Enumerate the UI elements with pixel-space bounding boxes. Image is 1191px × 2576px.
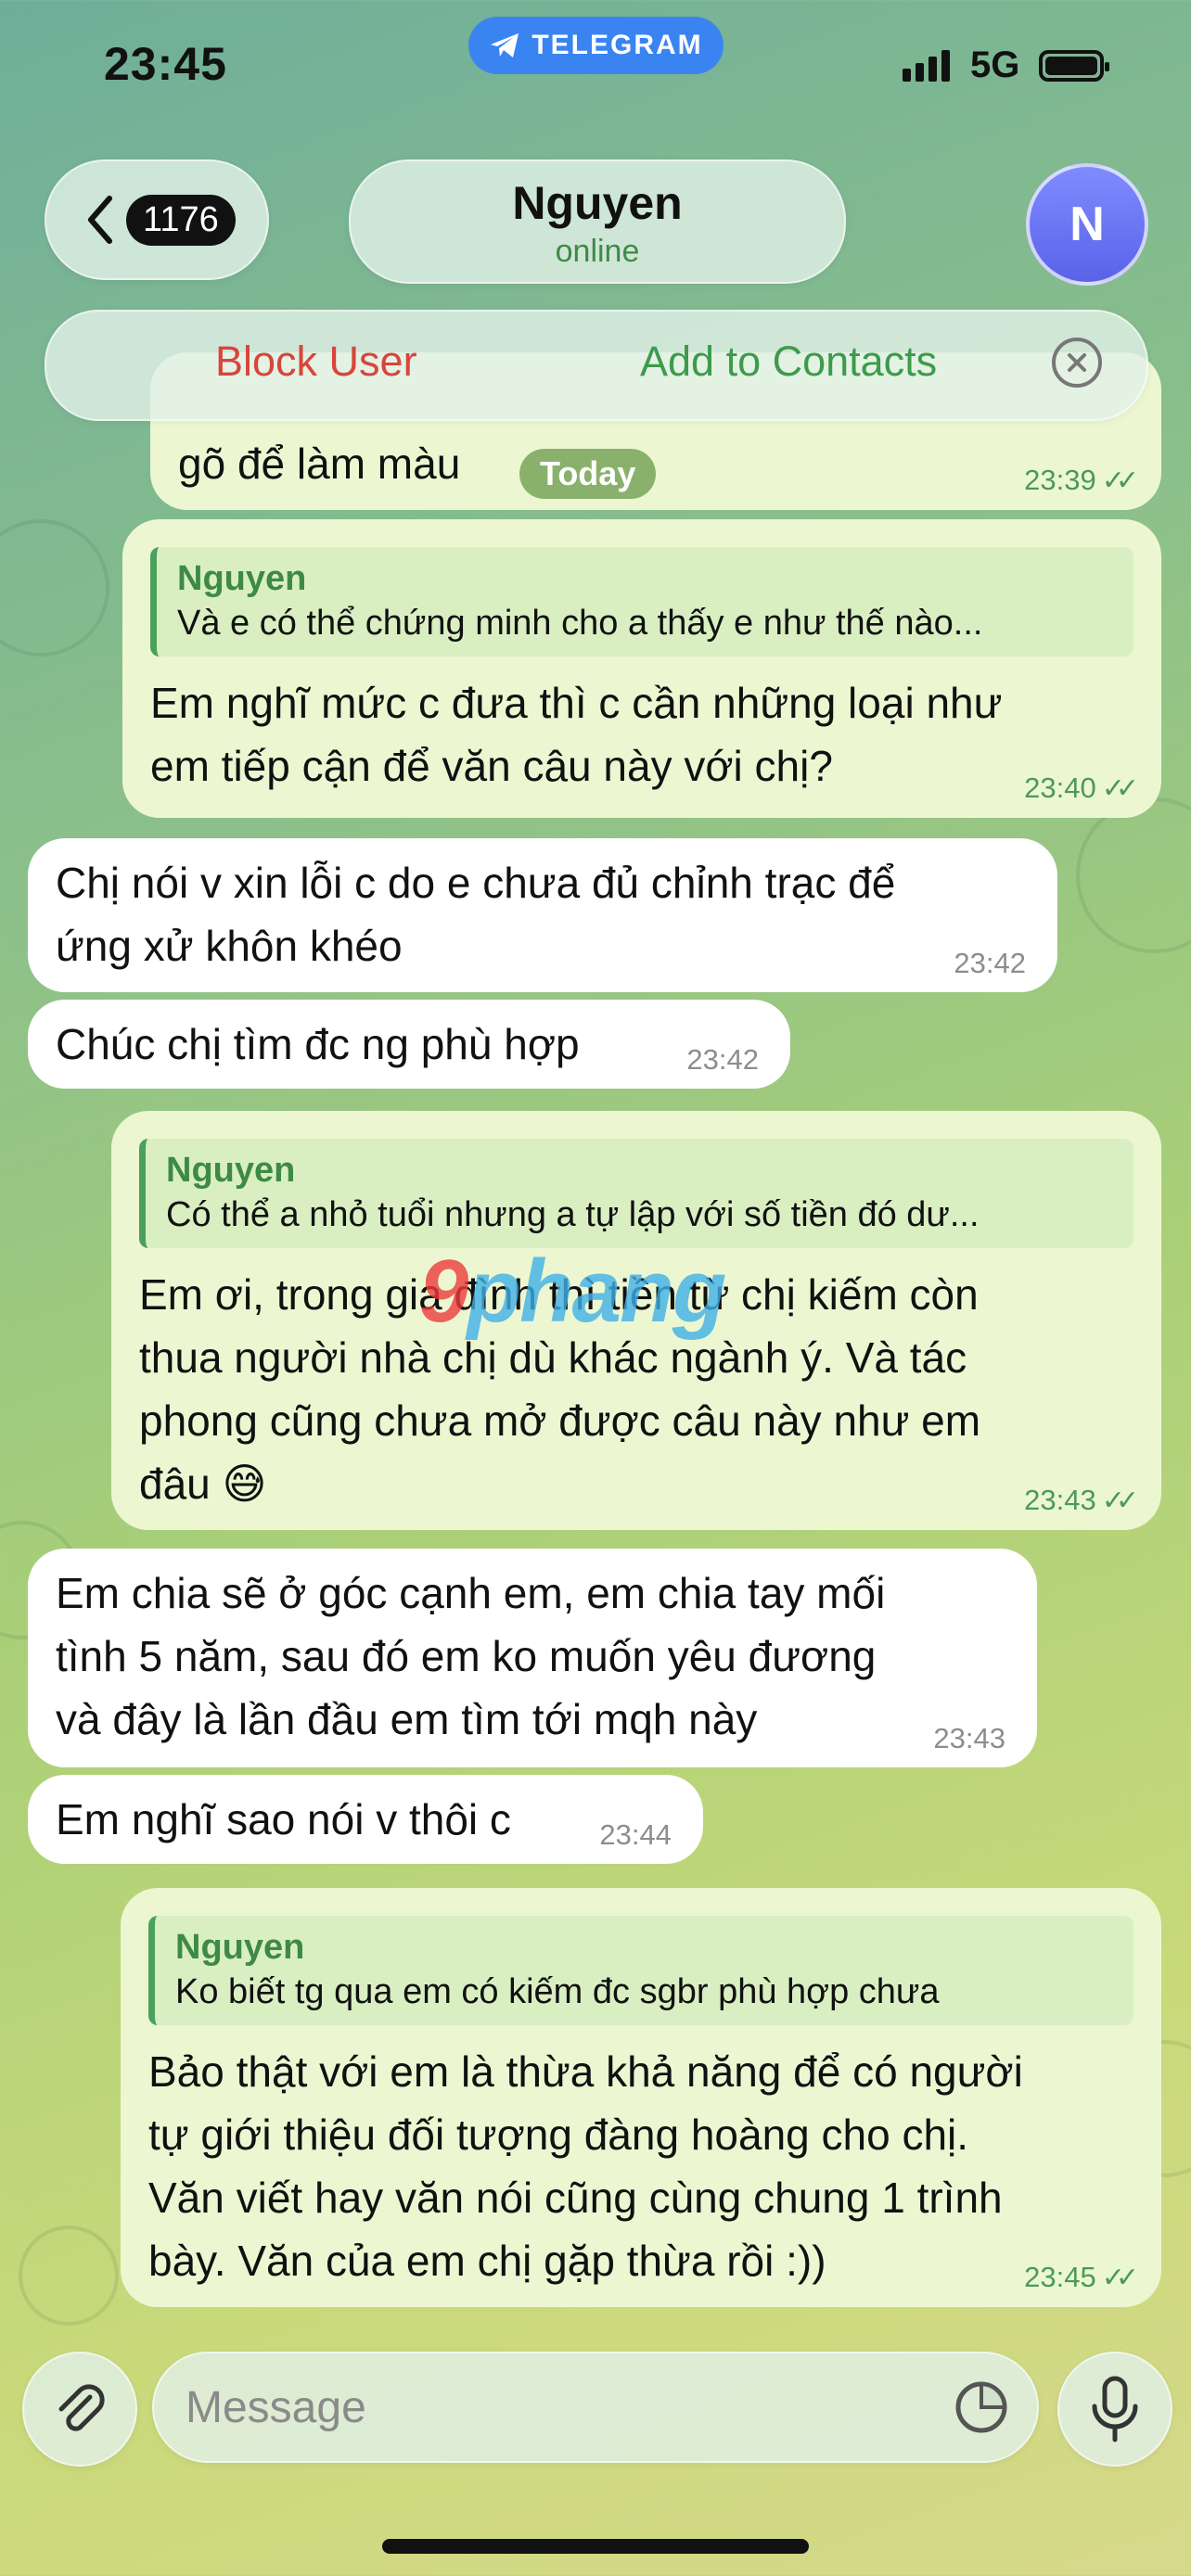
message-time: 23:42 <box>686 1043 759 1076</box>
message-time: 23:43 ✓✓ <box>1024 1484 1139 1517</box>
telegram-label: TELEGRAM <box>531 30 703 60</box>
action-bar <box>45 310 1148 421</box>
microphone-button[interactable] <box>1057 2352 1172 2467</box>
message-line: phong cũng chưa mở được câu này như em <box>139 1396 981 1445</box>
reply-quote[interactable]: Nguyen Ko biết tg qua em có kiếm đc sgbr… <box>148 1916 1133 2025</box>
message-bubble-outgoing[interactable]: Nguyen Và e có thể chứng minh cho a thấy… <box>122 519 1161 818</box>
message-line: và đây là lần đầu em tìm tới mqh này <box>56 1695 758 1743</box>
wallpaper-doodle <box>0 519 109 657</box>
reply-sender: Nguyen <box>177 559 307 598</box>
message-time: 23:43 <box>933 1722 1005 1754</box>
battery-icon <box>1039 50 1109 82</box>
avatar[interactable]: N <box>1026 163 1148 286</box>
network-type: 5G <box>970 45 1020 85</box>
message-line: Bảo thật với em là thừa khả năng để có n… <box>148 2047 1023 2096</box>
signal-icon <box>903 50 950 82</box>
telegram-plane-icon <box>491 33 519 57</box>
message-line: Chị nói v xin lỗi c do e chưa đủ chỉnh t… <box>56 859 896 907</box>
message-line: Em nghĩ mức c đưa thì c cần những loại n… <box>150 679 1003 727</box>
message-time: 23:45 ✓✓ <box>1024 2261 1139 2294</box>
contact-status: online <box>555 234 640 269</box>
reply-snippet: Có thể a nhỏ tuổi nhưng a tự lập với số … <box>166 1195 980 1234</box>
close-icon[interactable] <box>1052 338 1102 388</box>
message-line: Em nghĩ sao nói v thôi c <box>56 1795 511 1843</box>
home-indicator <box>382 2539 809 2554</box>
reply-quote[interactable]: Nguyen Có thể a nhỏ tuổi nhưng a tự lập … <box>139 1139 1133 1248</box>
message-time: 23:40 ✓✓ <box>1024 772 1139 805</box>
message-line: Em chia sẽ ở góc cạnh em, em chia tay mố… <box>56 1569 886 1617</box>
date-chip: Today <box>519 449 657 499</box>
message-time: 23:44 <box>599 1818 672 1851</box>
message-input[interactable]: Message <box>152 2352 1039 2463</box>
message-line: tình 5 năm, sau đó em ko muốn yêu đương <box>56 1632 877 1680</box>
message-line: Văn viết hay văn nói cũng cùng chung 1 t… <box>148 2174 1003 2222</box>
message-bubble-incoming[interactable]: Em nghĩ sao nói v thôi c 23:44 <box>28 1775 703 1864</box>
message-bubble-incoming[interactable]: Chúc chị tìm đc ng phù hợp 23:42 <box>28 1000 790 1089</box>
reply-snippet: Ko biết tg qua em có kiếm đc sgbr phù hợ… <box>175 1972 940 2011</box>
message-line: Chúc chị tìm đc ng phù hợp <box>56 1020 580 1068</box>
attach-button[interactable] <box>22 2352 137 2467</box>
block-user-button[interactable]: Block User <box>215 338 417 386</box>
add-contact-button[interactable]: Add to Contacts <box>640 338 937 386</box>
reply-quote[interactable]: Nguyen Và e có thể chứng minh cho a thấy… <box>150 547 1133 657</box>
wallpaper-doodle <box>1076 797 1191 953</box>
message-bubble-outgoing[interactable]: Nguyen Ko biết tg qua em có kiếm đc sgbr… <box>121 1888 1161 2307</box>
chevron-left-icon <box>88 196 112 244</box>
message-line: ứng xử khôn khéo <box>56 922 403 970</box>
reply-sender: Nguyen <box>175 1928 305 1967</box>
reply-sender: Nguyen <box>166 1151 296 1190</box>
wallpaper-doodle <box>19 2225 119 2326</box>
message-line: em tiếp cận để văn câu này với chị? <box>150 742 833 790</box>
paperclip-icon <box>58 2384 105 2431</box>
double-check-icon: ✓✓ <box>1101 1486 1139 1516</box>
watermark-logo: 9phang <box>419 1242 726 1341</box>
message-bubble-incoming[interactable]: Chị nói v xin lỗi c do e chưa đủ chỉnh t… <box>28 838 1057 992</box>
contact-name: Nguyen <box>512 177 683 229</box>
message-bubble-incoming[interactable]: Em chia sẽ ở góc cạnh em, em chia tay mố… <box>28 1549 1037 1767</box>
chat-title[interactable]: Nguyen online <box>349 159 846 284</box>
sticker-icon[interactable] <box>954 2379 1009 2435</box>
message-text: gõ để làm màu <box>178 440 461 488</box>
status-time: 23:45 <box>104 38 227 90</box>
unread-count-badge: 1176 <box>126 194 236 246</box>
double-check-icon: ✓✓ <box>1101 773 1139 804</box>
reply-snippet: Và e có thể chứng minh cho a thấy e như … <box>177 604 983 643</box>
telegram-pill[interactable]: TELEGRAM <box>468 17 724 74</box>
message-line: đâu 😅 <box>139 1460 267 1508</box>
double-check-icon: ✓✓ <box>1101 2263 1139 2293</box>
double-check-icon: ✓✓ <box>1101 465 1139 496</box>
microphone-icon <box>1092 2376 1138 2442</box>
message-line: tự giới thiệu đối tượng đàng hoàng cho c… <box>148 2111 969 2159</box>
message-time: 23:39 ✓✓ <box>1024 464 1139 497</box>
message-time: 23:42 <box>954 947 1026 979</box>
back-button[interactable]: 1176 <box>45 159 269 280</box>
message-line: bày. Văn của em chị gặp thừa rồi :)) <box>148 2237 826 2285</box>
